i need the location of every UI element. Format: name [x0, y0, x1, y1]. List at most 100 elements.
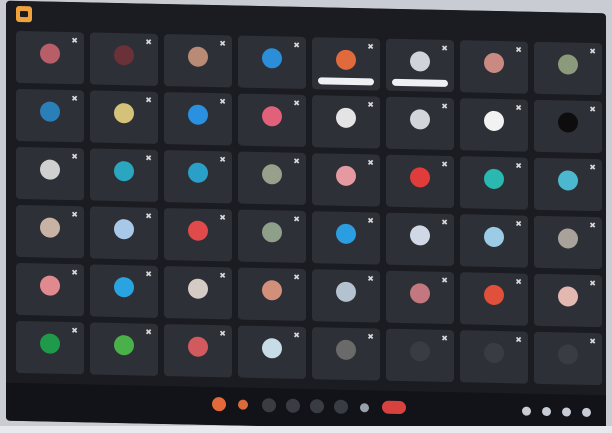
mic-off-icon: ✖: [589, 278, 596, 289]
participant-name: [19, 130, 81, 138]
participants-icon[interactable]: [360, 403, 369, 413]
participant-tile[interactable]: ✖: [460, 156, 528, 210]
participant-tile[interactable]: ✖: [460, 98, 528, 152]
mic-off-icon: ✖: [367, 216, 374, 226]
chat-icon[interactable]: [334, 399, 348, 414]
people-icon[interactable]: [542, 406, 551, 417]
participant-avatar: [262, 48, 282, 69]
participant-tile[interactable]: ✖: [90, 90, 158, 144]
participant-tile[interactable]: ✖: [16, 30, 84, 85]
screen-share-icon[interactable]: [310, 399, 324, 414]
participant-avatar: [558, 228, 578, 249]
participant-tile[interactable]: ✖: [460, 40, 528, 94]
microphone-icon[interactable]: [286, 398, 300, 413]
leave-call-icon[interactable]: [382, 400, 406, 415]
participant-tile[interactable]: ✖: [312, 153, 380, 207]
participant-tile[interactable]: ✖: [534, 157, 602, 212]
participant-tile[interactable]: ✖: [238, 93, 306, 147]
participant-tile[interactable]: ✖: [534, 41, 602, 96]
participant-tile[interactable]: ✖: [238, 209, 306, 263]
participant-tile[interactable]: ✖: [164, 324, 232, 378]
video-app-icon[interactable]: [16, 5, 32, 23]
participant-tile[interactable]: ✖: [164, 34, 232, 88]
participant-tile[interactable]: ✖: [312, 269, 380, 323]
participant-name: [389, 312, 451, 320]
mic-off-icon: ✖: [441, 333, 448, 343]
participant-avatar: [336, 223, 356, 245]
participant-tile[interactable]: ✖: [16, 88, 84, 143]
participant-name: [315, 310, 377, 318]
participant-tile[interactable]: ✖: [16, 320, 84, 375]
participant-tile[interactable]: ✖: [312, 327, 380, 381]
mic-off-icon: ✖: [589, 336, 596, 347]
participant-tile[interactable]: ✖: [386, 328, 454, 383]
participant-tile[interactable]: ✖: [164, 208, 232, 262]
participant-avatar: [484, 110, 504, 132]
participant-tile[interactable]: ✖: [386, 96, 454, 151]
participant-name: [537, 141, 599, 149]
participant-avatar: [262, 106, 282, 127]
participant-name: [463, 81, 525, 89]
activities-icon[interactable]: [582, 407, 591, 417]
info-icon[interactable]: [522, 406, 531, 416]
participant-tile[interactable]: ✖: [534, 99, 602, 154]
participant-avatar: [484, 284, 504, 306]
participant-name: [93, 132, 155, 140]
participant-tile[interactable]: ✖: [534, 331, 602, 386]
participant-tile[interactable]: ✖: [386, 38, 454, 93]
participant-name: [463, 371, 525, 379]
participant-tile[interactable]: ✖: [460, 272, 528, 326]
participant-tile[interactable]: ✖: [90, 206, 158, 260]
participant-tile[interactable]: ✖: [238, 35, 306, 89]
participant-tile[interactable]: ✖: [164, 150, 232, 204]
participant-tile[interactable]: ✖: [164, 266, 232, 320]
participant-tile[interactable]: ✖: [534, 273, 602, 328]
participant-name: [315, 194, 377, 202]
participant-tile[interactable]: ✖: [460, 214, 528, 268]
participant-avatar: [410, 341, 430, 362]
participant-tile[interactable]: ✖: [238, 151, 306, 205]
participant-tile[interactable]: ✖: [312, 95, 380, 149]
reaction-icon[interactable]: [212, 397, 226, 412]
participant-avatar: [40, 159, 60, 180]
participant-name: [537, 315, 599, 323]
participant-tile[interactable]: ✖: [312, 211, 380, 265]
chat-bubble-icon[interactable]: [562, 407, 571, 417]
participant-avatar: [410, 51, 430, 72]
raise-hand-icon[interactable]: [238, 399, 248, 410]
mic-off-icon: ✖: [219, 97, 226, 107]
participant-tile[interactable]: ✖: [386, 154, 454, 209]
participant-avatar: [410, 225, 430, 246]
participant-tile[interactable]: ✖: [90, 148, 158, 202]
participant-tile[interactable]: ✖: [90, 322, 158, 376]
participant-tile[interactable]: ✖: [312, 37, 380, 91]
participant-name: [19, 304, 81, 312]
participant-tile[interactable]: ✖: [164, 92, 232, 146]
participant-avatar: [410, 283, 430, 304]
camera-icon[interactable]: [262, 398, 276, 413]
participant-tile[interactable]: ✖: [16, 204, 84, 259]
participant-tile[interactable]: ✖: [386, 270, 454, 325]
participant-tile[interactable]: ✖: [16, 146, 84, 201]
participant-tile[interactable]: ✖: [90, 32, 158, 86]
participant-avatar: [484, 168, 504, 190]
participant-tile[interactable]: ✖: [238, 267, 306, 321]
participant-tile[interactable]: ✖: [238, 325, 306, 379]
participant-name: [241, 309, 303, 317]
participant-name: [167, 191, 229, 199]
participant-avatar: [262, 280, 282, 301]
mic-off-icon: ✖: [71, 210, 78, 220]
participant-tile[interactable]: ✖: [16, 262, 84, 317]
mic-off-icon: ✖: [219, 271, 226, 281]
participant-tile[interactable]: ✖: [386, 212, 454, 267]
participant-name: [315, 368, 377, 376]
participant-avatar: [188, 278, 208, 299]
mic-off-icon: ✖: [589, 220, 596, 231]
participant-avatar: [336, 49, 356, 71]
participant-tile[interactable]: ✖: [460, 330, 528, 384]
participant-tile[interactable]: ✖: [534, 215, 602, 270]
mic-off-icon: ✖: [367, 274, 374, 284]
participant-grid: ✖ ✖ ✖ ✖ ✖ ✖ ✖ ✖ ✖ ✖ ✖ ✖ ✖ ✖ ✖ ✖ ✖ ✖ ✖ ✖ ✖ ✖ ✖ ✖ ✖ ✖ ✖ ✖ ✖ ✖ ✖ ✖ ✖ ✖ ✖ ✖ ✖ ✖ ✖ ✖…: [16, 30, 606, 393]
participant-tile[interactable]: ✖: [90, 264, 158, 318]
participant-name: [463, 313, 525, 321]
